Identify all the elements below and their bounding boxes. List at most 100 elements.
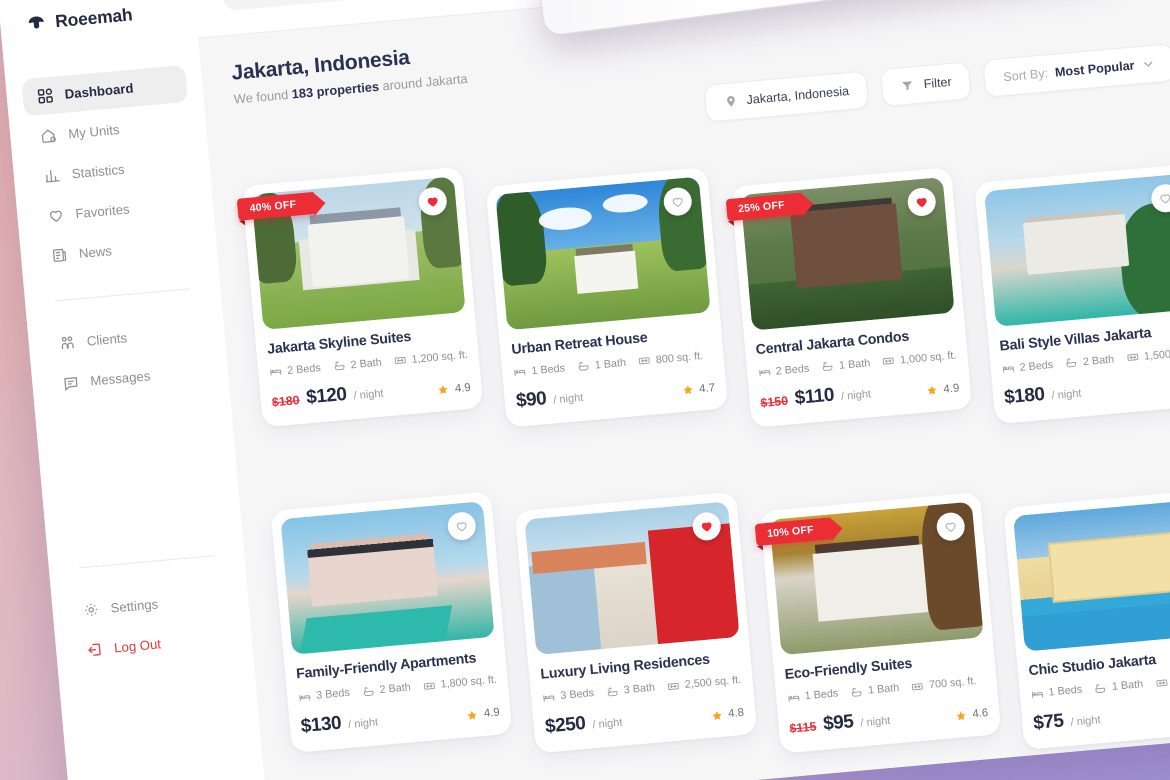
brand-name: Roeemah	[54, 4, 134, 32]
sidebar-item-label: Messages	[89, 368, 151, 389]
property-card[interactable]: Chic Studio Jakarta 1 Beds 1 Bath 500 sq…	[1003, 488, 1170, 750]
beds-value: 2 Beds	[775, 362, 810, 378]
current-price: $110	[793, 384, 835, 410]
property-photo	[983, 173, 1170, 327]
property-price-row: $115 $95 / night 4.6	[788, 699, 989, 739]
tilted-stage: Roeemah Dashboard My Units Statistics Fa…	[0, 0, 1170, 780]
spec-beds: 1 Beds	[786, 687, 839, 705]
spec-bath: 1 Bath	[576, 356, 626, 373]
sidebar-divider-bottom	[78, 555, 215, 569]
spec-beds: 1 Beds	[513, 362, 566, 380]
property-price-row: $180 / night 4.9	[1003, 370, 1170, 410]
property-price-row: $130 / night 4.9	[300, 698, 500, 738]
location-filter-label: Jakarta, Indonesia	[745, 84, 850, 108]
original-price: $180	[271, 393, 301, 410]
spec-area: 1,500 sq. ft.	[1125, 345, 1170, 365]
spec-area: 700 sq. ft.	[911, 675, 977, 694]
property-card[interactable]: 25% OFF Central Jakarta Condos 2 Beds 1 …	[725, 167, 973, 429]
sidebar-item-label: Log Out	[113, 636, 162, 656]
location-pin-icon	[726, 96, 735, 107]
logout-icon	[88, 643, 101, 656]
price-group: $130 / night	[300, 709, 379, 738]
rating-value: 4.7	[698, 381, 716, 396]
spec-bath: 3 Bath	[605, 681, 656, 698]
price-unit: / night	[353, 387, 385, 403]
price-unit: / night	[1070, 713, 1101, 729]
price-group: $250 / night	[544, 709, 623, 738]
property-thumbnail	[524, 501, 740, 656]
price-group: $180 $120 / night	[271, 381, 384, 413]
spec-area: 1,200 sq. ft.	[393, 348, 468, 368]
spec-bath: 1 Bath	[1094, 678, 1144, 695]
property-thumbnail	[495, 176, 711, 331]
spec-area: 500 sq. ft.	[1155, 671, 1170, 690]
people-icon	[61, 336, 74, 350]
sidebar-item-label: My Units	[67, 122, 121, 142]
area-value: 1,000 sq. ft.	[899, 349, 957, 367]
sidebar-item-label: Statistics	[71, 161, 126, 182]
spec-beds: 2 Beds	[757, 362, 810, 380]
price-unit: / night	[552, 392, 584, 407]
property-price-row: $180 $120 / night 4.9	[271, 373, 471, 413]
rating-value: 4.9	[454, 381, 472, 395]
sidebar-item-label: Clients	[86, 330, 128, 349]
area-value: 1,200 sq. ft.	[411, 348, 469, 366]
rating-value: 4.9	[483, 706, 501, 721]
spec-beds: 3 Beds	[298, 686, 351, 704]
beds-value: 3 Beds	[559, 687, 595, 703]
bath-value: 3 Bath	[623, 681, 656, 697]
property-price-row: $90 / night 4.7	[515, 373, 715, 413]
grid-icon	[37, 88, 53, 104]
heart-icon	[50, 210, 62, 222]
figma-logo-icon	[565, 0, 604, 18]
current-price: $75	[1032, 710, 1065, 734]
rating: 4.7	[681, 381, 716, 398]
spec-beds: 3 Beds	[542, 687, 595, 705]
property-card[interactable]: 40% OFF Jakarta Skyline Suites 2 Beds 2 …	[236, 166, 484, 428]
umbrella-logo-icon	[28, 15, 44, 29]
beds-value: 2 Beds	[286, 361, 322, 377]
property-card[interactable]: Family-Friendly Apartments 3 Beds 2 Bath…	[270, 491, 513, 753]
property-price-row: $250 / night 4.8	[544, 698, 744, 738]
property-title: Chic Studio Jakarta	[1027, 652, 1157, 680]
bar-chart-icon	[45, 170, 60, 183]
rating: 4.9	[465, 706, 500, 723]
price-unit: / night	[347, 716, 379, 731]
gear-icon	[85, 603, 98, 616]
property-card[interactable]: Urban Retreat House 1 Beds 1 Bath 800 sq…	[485, 166, 728, 429]
spec-area: 1,000 sq. ft.	[882, 349, 957, 369]
spec-beds: 2 Beds	[269, 361, 322, 379]
sidebar-item-label: News	[78, 243, 113, 262]
property-card[interactable]: Luxury Living Residences 3 Beds 3 Bath 2…	[514, 492, 757, 754]
bath-value: 2 Bath	[350, 356, 383, 372]
rating: 4.8	[710, 706, 745, 723]
area-value: 1,500 sq. ft.	[1143, 346, 1170, 363]
spec-bath: 2 Bath	[332, 356, 382, 373]
sidebar-item-label: Favorites	[74, 201, 131, 222]
newspaper-icon	[52, 248, 67, 263]
brand: Roeemah	[0, 0, 197, 37]
app-window: Roeemah Dashboard My Units Statistics Fa…	[0, 0, 1170, 780]
bath-value: 2 Bath	[379, 681, 412, 697]
spec-area: 800 sq. ft.	[637, 349, 704, 368]
property-thumbnail	[280, 501, 495, 656]
rating: 4.9	[925, 382, 960, 399]
beds-value: 1 Beds	[804, 687, 839, 703]
beds-value: 2 Beds	[1019, 358, 1054, 374]
current-price: $180	[1003, 384, 1046, 409]
sidebar-primary-nav: Dashboard My Units Statistics Favorites …	[5, 64, 218, 278]
current-price: $130	[299, 712, 342, 737]
bath-value: 1 Bath	[1111, 678, 1144, 694]
spec-bath: 2 Bath	[361, 681, 411, 698]
price-group: $180 / night	[1003, 381, 1082, 410]
beds-value: 1 Beds	[1048, 683, 1083, 699]
sidebar-divider	[55, 288, 191, 302]
current-price: $95	[822, 710, 855, 735]
spec-beds: 2 Beds	[1001, 358, 1054, 376]
bath-value: 1 Bath	[838, 357, 871, 372]
property-card[interactable]: Bali Style Villas Jakarta 2 Beds 2 Bath …	[974, 163, 1170, 425]
property-price-row: $150 $110 / night 4.9	[759, 374, 960, 414]
spec-bath: 2 Bath	[1065, 353, 1115, 370]
price-group: $90 / night	[515, 385, 584, 413]
property-card[interactable]: 10% OFF Eco-Friendly Suites 1 Beds 1 Bat…	[754, 492, 1002, 754]
